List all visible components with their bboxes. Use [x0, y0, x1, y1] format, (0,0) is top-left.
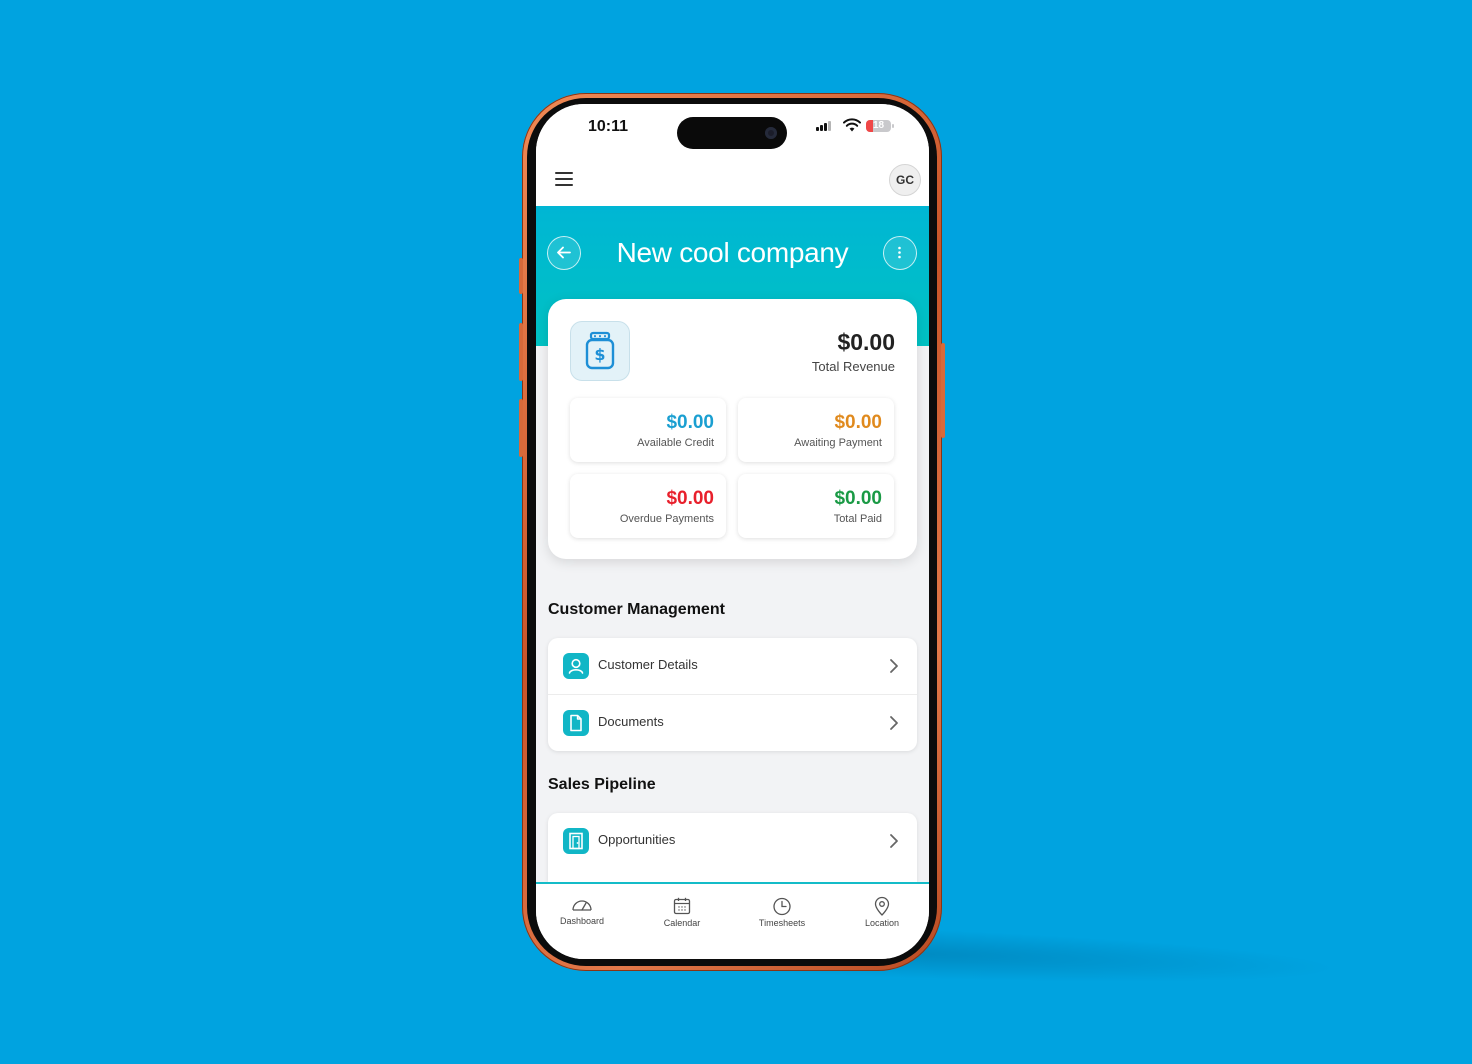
stat-total-paid[interactable]: $0.00 Total Paid: [738, 474, 894, 538]
battery-icon: 18: [866, 120, 894, 132]
customer-management-list: Customer Details Documents: [548, 638, 917, 751]
wifi-icon: [843, 118, 861, 132]
stat-available-credit[interactable]: $0.00 Available Credit: [570, 398, 726, 462]
tab-label: Dashboard: [559, 916, 605, 926]
bottom-tab-bar: Dashboard Calendar Timesheets Location: [536, 882, 929, 959]
phone-screen: 10:11 18 GC New cool company $ $0.00 Tot…: [536, 104, 929, 959]
stat-label: Awaiting Payment: [794, 437, 882, 449]
stat-overdue-payments[interactable]: $0.00 Overdue Payments: [570, 474, 726, 538]
arrow-left-icon: [557, 246, 571, 259]
chevron-right-icon: [890, 659, 898, 673]
stat-value: $0.00: [666, 412, 714, 433]
svg-text:$: $: [594, 345, 605, 364]
dynamic-island: [677, 117, 787, 149]
section-title-sales-pipeline: Sales Pipeline: [548, 776, 656, 793]
tab-label: Location: [864, 918, 900, 928]
revenue-summary-card: $ $0.00 Total Revenue $0.00 Available Cr…: [548, 299, 917, 559]
map-pin-icon: [874, 896, 890, 916]
section-title-customer-management: Customer Management: [548, 601, 725, 618]
list-item-opportunities[interactable]: Opportunities: [548, 813, 917, 869]
side-button: [519, 258, 523, 294]
stat-value: $0.00: [666, 488, 714, 509]
tab-label: Timesheets: [758, 918, 806, 928]
list-item-label: Customer Details: [598, 657, 698, 672]
tab-label: Calendar: [663, 918, 701, 928]
more-vertical-icon: [898, 246, 901, 259]
chevron-right-icon: [890, 716, 898, 730]
document-icon: [563, 710, 589, 736]
stat-value: $0.00: [834, 412, 882, 433]
total-revenue-value: $0.00: [837, 329, 895, 355]
tab-dashboard[interactable]: Dashboard: [542, 896, 622, 926]
list-item-label: Opportunities: [598, 832, 676, 847]
stat-label: Overdue Payments: [619, 513, 714, 525]
clock-icon: [773, 897, 791, 916]
side-button: [519, 399, 523, 457]
door-icon: [563, 828, 589, 854]
list-item-label: Documents: [598, 714, 664, 729]
stat-value: $0.00: [834, 488, 882, 509]
gauge-icon: [572, 900, 592, 911]
total-revenue-label: Total Revenue: [811, 359, 895, 374]
list-item-documents[interactable]: Documents: [548, 695, 917, 751]
tab-location[interactable]: Location: [842, 896, 922, 928]
avatar[interactable]: GC: [889, 164, 921, 196]
more-options-button[interactable]: [883, 236, 917, 270]
money-jar-icon: $: [570, 321, 630, 381]
chevron-right-icon: [890, 834, 898, 848]
tab-timesheets[interactable]: Timesheets: [742, 896, 822, 928]
stat-label: Total Paid: [833, 513, 882, 525]
hamburger-menu-icon[interactable]: [555, 172, 573, 186]
user-icon: [563, 653, 589, 679]
page-title: New cool company: [616, 237, 849, 268]
stat-label: Available Credit: [637, 437, 714, 449]
sales-pipeline-list: Opportunities: [548, 813, 917, 882]
camera-icon: [765, 127, 777, 139]
back-button[interactable]: [547, 236, 581, 270]
tab-calendar[interactable]: Calendar: [642, 896, 722, 928]
list-item-customer-details[interactable]: Customer Details: [548, 638, 917, 695]
status-bar: 10:11 18: [536, 104, 929, 156]
app-bar: GC: [536, 156, 929, 206]
battery-level: 18: [872, 120, 885, 131]
status-time: 10:11: [588, 118, 629, 135]
side-button: [519, 323, 523, 381]
side-button: [941, 343, 945, 438]
stat-awaiting-payment[interactable]: $0.00 Awaiting Payment: [738, 398, 894, 462]
calendar-icon: [673, 897, 691, 915]
